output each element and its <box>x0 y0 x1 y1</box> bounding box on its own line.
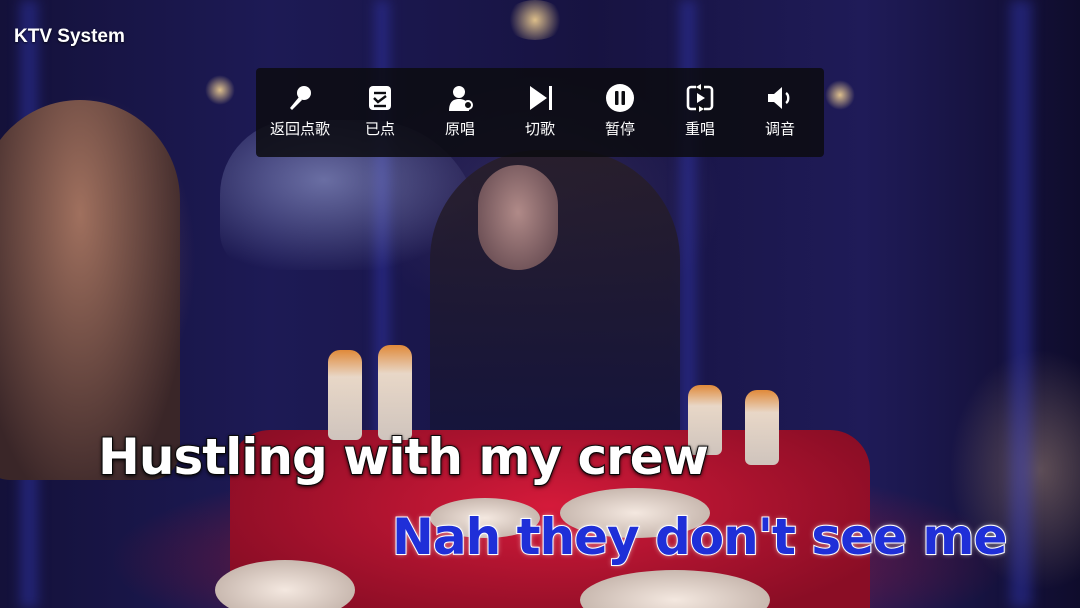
pause-icon <box>605 83 635 113</box>
skip-song-label: 切歌 <box>524 120 555 138</box>
playback-toolbar: 返回点歌 已点 原唱 切歌 暂停 重唱 调音 <box>256 68 824 157</box>
skip-next-icon <box>525 83 555 113</box>
audio-adjust-label: 调音 <box>764 120 795 138</box>
wall-lamp <box>205 75 235 105</box>
skip-song-button[interactable]: 切歌 <box>500 68 580 157</box>
original-vocal-button[interactable]: 原唱 <box>420 68 500 157</box>
microphone-icon <box>285 83 315 113</box>
current-lyric-line: Hustling with my crew <box>97 427 710 487</box>
wall-lamp <box>825 80 855 110</box>
ktv-screen: KTV System 返回点歌 已点 原唱 切歌 暂停 重唱 调音 Hustli… <box>0 0 1080 608</box>
next-lyric-line: Nah they don't see me <box>391 507 1008 567</box>
volume-icon <box>765 83 795 113</box>
restart-song-label: 重唱 <box>684 120 715 138</box>
vocal-singer-icon <box>445 83 475 113</box>
person-left <box>0 100 180 480</box>
pause-button[interactable]: 暂停 <box>580 68 660 157</box>
bottle <box>378 345 412 440</box>
chandelier-light <box>505 0 565 40</box>
original-vocal-label: 原唱 <box>444 120 475 138</box>
audio-adjust-button[interactable]: 调音 <box>740 68 820 157</box>
back-to-song-select-label: 返回点歌 <box>269 120 330 138</box>
queued-songs-button[interactable]: 已点 <box>340 68 420 157</box>
app-title: KTV System <box>14 26 125 47</box>
restart-song-button[interactable]: 重唱 <box>660 68 740 157</box>
replay-icon <box>685 83 715 113</box>
queued-songs-label: 已点 <box>364 120 395 138</box>
playlist-check-icon <box>365 83 395 113</box>
bottle <box>328 350 362 440</box>
person-center-face <box>478 165 558 270</box>
back-to-song-select-button[interactable]: 返回点歌 <box>260 68 340 157</box>
pause-label: 暂停 <box>604 120 635 138</box>
bottle <box>745 390 779 465</box>
blue-light-stripe <box>1010 0 1032 608</box>
